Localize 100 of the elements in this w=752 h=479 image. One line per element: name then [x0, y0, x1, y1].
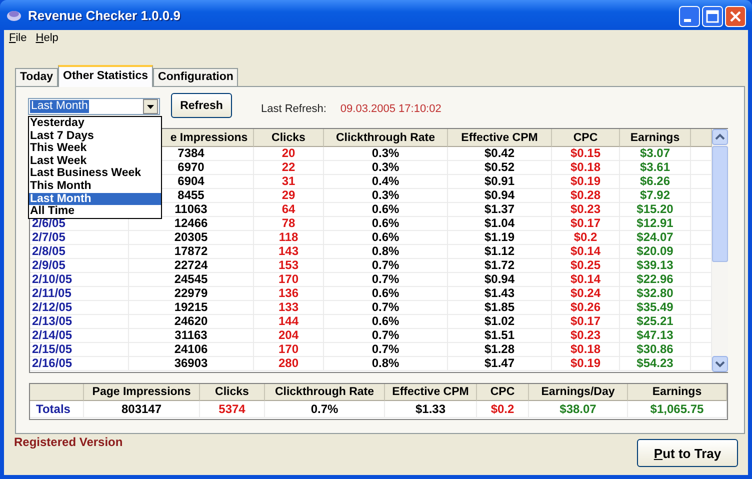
column-header[interactable]: CPC — [552, 129, 620, 147]
date-cell: 2/8/05 — [32, 245, 66, 258]
column-header[interactable]: Earnings — [620, 129, 691, 147]
scrollbar-thumb[interactable] — [712, 146, 728, 262]
dropdown-option[interactable]: Last Month — [29, 192, 161, 206]
dropdown-option[interactable]: This Month — [29, 180, 161, 193]
column-header[interactable]: CPC — [477, 384, 529, 401]
table-cell: $0.18 — [570, 343, 601, 356]
column-header[interactable]: Effective CPM — [448, 129, 552, 147]
table-cell: $1,065.75 — [650, 402, 704, 416]
table-cell: 22 — [282, 161, 296, 174]
table-cell: 280 — [278, 357, 299, 370]
last-refresh-value: 09.03.2005 17:10:02 — [340, 102, 442, 114]
tab[interactable]: Other Statistics — [58, 65, 154, 87]
scroll-up-icon[interactable] — [712, 129, 728, 145]
menu-item[interactable]: Help — [36, 32, 58, 44]
table-cell: $15.20 — [636, 203, 674, 216]
menu-item[interactable]: File — [9, 32, 27, 44]
table-cell: $39.13 — [636, 259, 674, 272]
column-header[interactable]: Earnings/Day — [529, 384, 628, 401]
table-cell: 0.6% — [372, 217, 400, 230]
table-cell: $25.21 — [636, 315, 674, 328]
date-cell: 2/11/05 — [32, 287, 72, 300]
table-cell: 0.8% — [372, 245, 400, 258]
table-cell: $0.94 — [484, 273, 515, 286]
table-cell: 143 — [278, 245, 299, 258]
table-cell: $0.23 — [570, 329, 601, 342]
table-cell: $3.07 — [640, 147, 670, 160]
table-cell: 170 — [278, 343, 299, 356]
table-cell: $24.07 — [636, 231, 674, 244]
table-cell: $0.14 — [570, 245, 601, 258]
table-cell: $0.52 — [484, 161, 515, 174]
maximize-icon[interactable] — [702, 6, 723, 26]
date-cell: 2/10/05 — [32, 273, 72, 286]
date-cell: 2/6/05 — [32, 217, 66, 230]
table-cell: 12466 — [174, 217, 208, 230]
table-cell: 0.3% — [372, 147, 400, 160]
table-cell: $0.91 — [484, 175, 515, 188]
date-cell: 2/12/05 — [32, 301, 72, 314]
table-cell: $0.26 — [570, 301, 601, 314]
table-cell: 22979 — [174, 287, 208, 300]
column-header[interactable]: Effective CPM — [385, 384, 477, 401]
dropdown-option[interactable]: Last Week — [29, 154, 161, 168]
scrollbar[interactable] — [712, 129, 728, 372]
table-cell: 78 — [282, 217, 296, 230]
table-cell: 803147 — [121, 402, 162, 416]
dropdown-option[interactable]: Last Business Week — [29, 167, 161, 180]
put-to-tray-button[interactable]: Put to Tray — [637, 439, 738, 467]
last-refresh-label: Last Refresh: — [261, 102, 326, 114]
dropdown-option[interactable]: All Time — [29, 205, 161, 218]
table-cell: 7384 — [178, 147, 204, 160]
table-cell: $0.23 — [570, 203, 601, 216]
date-cell: 2/15/05 — [32, 343, 72, 356]
period-dropdown[interactable]: Last Month — [28, 98, 160, 114]
table-cell: 6904 — [178, 175, 204, 188]
column-header[interactable]: Clicks — [254, 129, 324, 147]
table-cell: $7.92 — [640, 189, 670, 202]
scroll-down-icon[interactable] — [712, 356, 728, 372]
table-cell: 144 — [278, 315, 299, 328]
date-cell: 2/7/05 — [32, 231, 66, 244]
tab[interactable]: Today — [15, 68, 58, 86]
table-cell: $0.2 — [574, 231, 598, 244]
window-title: Revenue Checker 1.0.0.9 — [28, 8, 182, 22]
close-icon[interactable] — [725, 6, 746, 26]
table-cell: $0.28 — [570, 189, 601, 202]
table-cell: $1.51 — [484, 329, 515, 342]
table-cell: $1.04 — [484, 217, 515, 230]
date-cell: 2/16/05 — [32, 357, 72, 370]
refresh-button[interactable]: Refresh — [171, 93, 232, 118]
table-cell: 5374 — [218, 402, 246, 416]
table-cell: 29 — [282, 189, 296, 202]
table-cell: 8455 — [178, 189, 204, 202]
table-cell: 0.7% — [372, 301, 400, 314]
table-cell: $0.25 — [570, 259, 601, 272]
table-cell: 20305 — [174, 231, 208, 244]
column-header[interactable]: Clicks — [200, 384, 265, 401]
column-header[interactable]: Page Impressions — [84, 384, 200, 401]
table-cell: $0.94 — [484, 189, 515, 202]
table-cell: $0.18 — [570, 161, 601, 174]
tab[interactable]: Configuration — [153, 68, 238, 86]
minimize-icon[interactable] — [679, 6, 700, 26]
column-header[interactable]: Clickthrough Rate — [265, 384, 385, 401]
table-cell: 0.8% — [372, 357, 400, 370]
table-cell: 0.7% — [372, 329, 400, 342]
table-cell: $1.37 — [484, 203, 515, 216]
table-cell: 170 — [278, 273, 299, 286]
table-cell: 0.7% — [372, 273, 400, 286]
table-cell: 24545 — [174, 273, 208, 286]
table-cell: 0.6% — [372, 287, 400, 300]
dropdown-option[interactable]: Yesterday — [29, 117, 161, 130]
table-cell: 0.7% — [372, 343, 400, 356]
column-header[interactable]: Clickthrough Rate — [324, 129, 448, 147]
dropdown-value: Last Month — [30, 100, 89, 112]
table-cell: 36903 — [174, 357, 208, 370]
table-cell: 0.3% — [372, 161, 400, 174]
table-cell: $1.33 — [415, 402, 446, 416]
table-cell: 118 — [278, 231, 298, 244]
column-header[interactable]: Earnings — [628, 384, 727, 401]
table-cell: 17872 — [174, 245, 208, 258]
table-cell: 31163 — [174, 329, 208, 342]
